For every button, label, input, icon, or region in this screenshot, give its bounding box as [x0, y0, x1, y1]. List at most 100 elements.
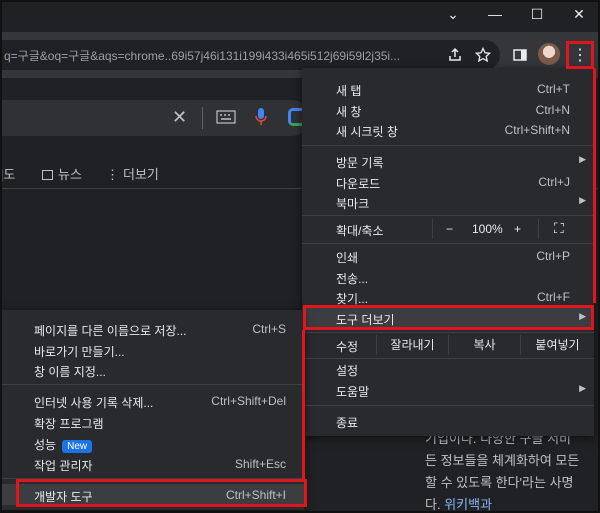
menu-shortcut: Ctrl+Shift+N [504, 123, 570, 137]
menu-label: 종료 [336, 416, 359, 430]
menu-separator [302, 215, 594, 216]
menu-separator [302, 332, 594, 333]
snippet-line-3: 할 수 있도록 한다'라는 사명 [425, 475, 574, 490]
menu-label: 북마크 [336, 197, 370, 211]
menu-item-new-tab[interactable]: 새 탭 Ctrl+T [302, 78, 594, 99]
zoom-controls: − 100% + ⛶ [432, 218, 592, 240]
menu-item-more-tools[interactable]: 도구 더보기 ▶ [302, 307, 594, 328]
zoom-out-button[interactable]: − [446, 222, 453, 236]
title-bar: ⌄ — ☐ ✕ [0, 0, 600, 32]
menu-label: 작업 관리자 [34, 459, 93, 473]
menu-shortcut: Ctrl+J [538, 175, 570, 189]
keyboard-icon[interactable] [216, 110, 236, 127]
performance-label: 성능 [34, 438, 57, 452]
menu-separator [0, 478, 304, 479]
menu-separator [302, 145, 594, 146]
submenu-item-create-shortcut[interactable]: 바로가기 만들기... [0, 339, 304, 360]
menu-label: 설정 [336, 364, 359, 378]
menu-item-print[interactable]: 인쇄 Ctrl+P [302, 245, 594, 266]
menu-label: 다운로드 [336, 177, 381, 191]
menu-edit-row: 수정 잘라내기 복사 붙여넣기 [302, 334, 594, 356]
menu-item-settings[interactable]: 설정 [302, 358, 594, 379]
menu-icon[interactable]: ⋮ [566, 41, 594, 69]
zoom-label: 확대/축소 [336, 224, 384, 238]
menu-label: 창 이름 지정... [34, 365, 106, 379]
menu-label: 도구 더보기 [336, 313, 395, 327]
sidebar-icon[interactable] [508, 43, 532, 67]
menu-item-help[interactable]: 도움말 ▶ [302, 379, 594, 400]
menu-label: 새 창 [336, 105, 362, 119]
tab-search-icon[interactable]: ⌄ [432, 0, 474, 28]
menu-item-downloads[interactable]: 다운로드 Ctrl+J [302, 171, 594, 192]
menu-item-new-window[interactable]: 새 창 Ctrl+N [302, 99, 594, 120]
zoom-in-button[interactable]: + [514, 222, 521, 236]
cut-button[interactable]: 잘라내기 [376, 335, 448, 355]
menu-shortcut: Ctrl+P [536, 249, 570, 263]
menu-item-cast[interactable]: 전송... [302, 266, 594, 287]
share-icon[interactable] [443, 43, 467, 67]
menu-zoom-row: 확대/축소 − 100% + ⛶ [302, 218, 594, 240]
submenu-arrow-icon: ▶ [579, 311, 586, 321]
snippet-line-4: 다. 위키백과 [425, 494, 600, 513]
submenu-arrow-icon: ▶ [579, 195, 586, 205]
menu-item-history[interactable]: 방문 기록 ▶ [302, 150, 594, 171]
menu-label: 성능 New [34, 436, 93, 453]
more-tools-submenu: 페이지를 다른 이름으로 저장... Ctrl+S 바로가기 만들기... 창 이… [0, 310, 304, 510]
edit-label: 수정 [336, 340, 359, 354]
menu-label: 전송... [336, 272, 369, 286]
menu-item-find[interactable]: 찾기... Ctrl+F [302, 286, 594, 307]
tab-partial[interactable]: |도 [0, 164, 15, 183]
close-button[interactable]: ✕ [558, 0, 600, 28]
zoom-level: 100% [472, 222, 503, 236]
tab-news-label: 뉴스 [58, 167, 82, 182]
submenu-item-clear-data[interactable]: 인터넷 사용 기록 삭제... Ctrl+Shift+Del [0, 390, 304, 411]
paste-button[interactable]: 붙여넣기 [520, 335, 594, 355]
search-box[interactable]: ✕ [0, 100, 310, 136]
wikipedia-link[interactable]: 위키백과 [444, 497, 492, 512]
submenu-item-extensions[interactable]: 확장 프로그램 [0, 411, 304, 432]
address-bar[interactable]: q=구글&oq=구글&aqs=chrome..69i57j46i131i199i… [0, 40, 500, 70]
search-divider [202, 107, 203, 129]
tab-more[interactable]: ⋮ 더보기 [106, 164, 159, 183]
menu-label: 찾기... [336, 292, 369, 306]
more-vert-icon: ⋮ [106, 167, 119, 182]
submenu-item-name-window[interactable]: 창 이름 지정... [0, 359, 304, 380]
minimize-button[interactable]: — [474, 0, 516, 28]
url-text[interactable]: q=구글&oq=구글&aqs=chrome..69i57j46i131i199i… [4, 47, 434, 64]
menu-item-exit[interactable]: 종료 [302, 410, 594, 431]
submenu-item-dev-tools[interactable]: 개발자 도구 Ctrl+Shift+I [0, 484, 304, 505]
menu-separator [302, 405, 594, 406]
menu-label: 인쇄 [336, 251, 359, 265]
menu-shortcut: Ctrl+Shift+Del [211, 394, 286, 408]
menu-label: 확장 프로그램 [34, 417, 104, 431]
menu-label: 개발자 도구 [34, 490, 93, 504]
new-badge: New [62, 440, 93, 453]
menu-shortcut: Ctrl+N [535, 103, 570, 117]
star-icon[interactable] [471, 43, 495, 67]
maximize-button[interactable]: ☐ [516, 0, 558, 28]
submenu-item-task-manager[interactable]: 작업 관리자 Shift+Esc [0, 453, 304, 474]
fullscreen-icon[interactable]: ⛶ [554, 220, 564, 237]
submenu-arrow-icon: ▶ [579, 154, 586, 164]
menu-separator [0, 384, 304, 385]
microphone-icon[interactable] [254, 107, 268, 130]
menu-shortcut: Ctrl+T [537, 82, 570, 96]
submenu-item-save-page[interactable]: 페이지를 다른 이름으로 저장... Ctrl+S [0, 318, 304, 339]
profile-avatar[interactable] [538, 43, 560, 65]
menu-label: 방문 기록 [336, 156, 384, 170]
submenu-item-performance[interactable]: 성능 New [0, 432, 304, 453]
clear-search-icon[interactable]: ✕ [172, 107, 187, 128]
menu-label: 새 시크릿 창 [336, 125, 398, 139]
menu-separator [302, 243, 594, 244]
menu-item-bookmarks[interactable]: 북마크 ▶ [302, 191, 594, 212]
news-icon [42, 170, 53, 180]
copy-button[interactable]: 복사 [448, 335, 520, 355]
knowledge-snippet: 기업이다. 다양한 구글 서비 든 정보들을 체계화하여 모든 할 수 있도록 … [425, 428, 600, 513]
menu-label: 도움말 [336, 385, 370, 399]
menu-label: 새 탭 [336, 84, 362, 98]
menu-shortcut: Ctrl+F [537, 290, 570, 304]
snippet-line-2: 든 정보들을 체계화하여 모든 [425, 453, 580, 468]
submenu-arrow-icon: ▶ [579, 383, 586, 393]
tab-news[interactable]: 뉴스 [42, 164, 82, 183]
menu-item-new-incognito[interactable]: 새 시크릿 창 Ctrl+Shift+N [302, 119, 594, 140]
